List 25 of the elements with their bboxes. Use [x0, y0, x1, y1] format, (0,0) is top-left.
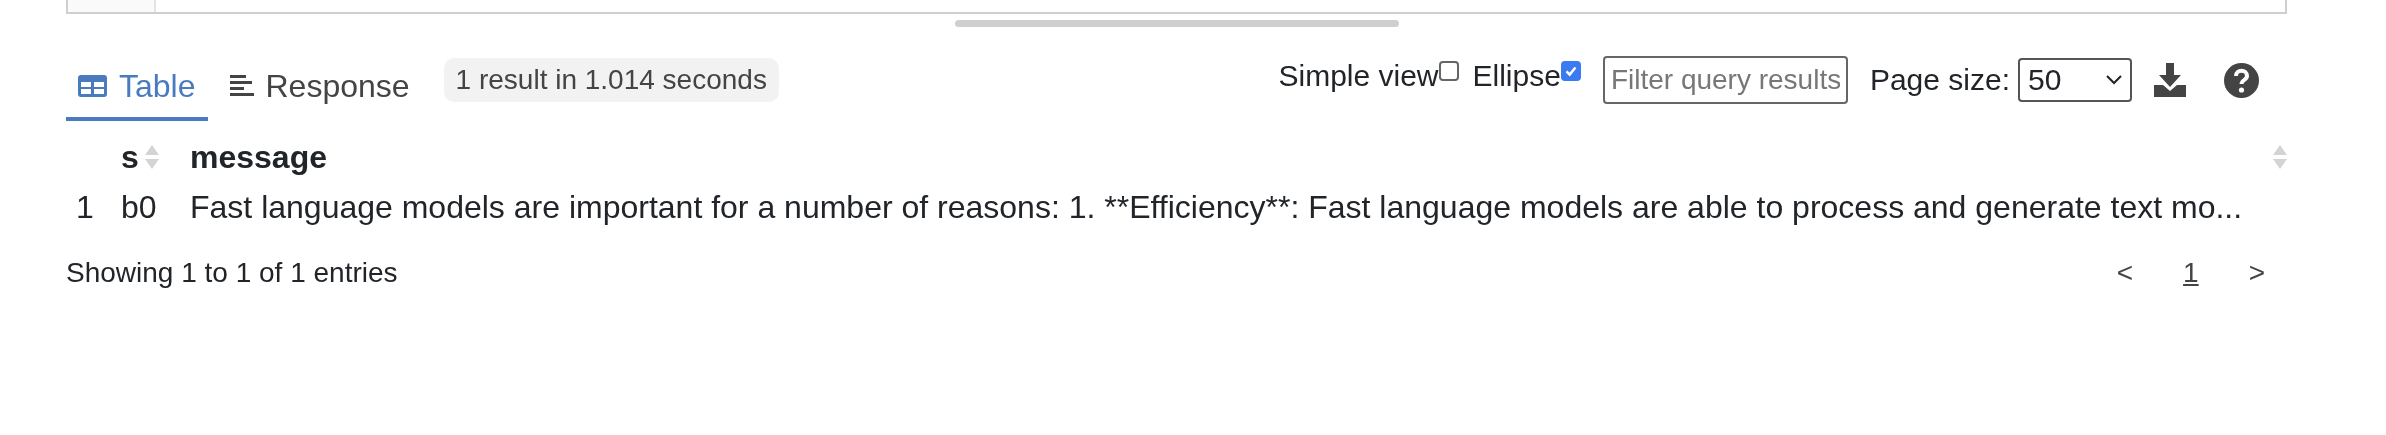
- page-button[interactable]: 1: [2171, 253, 2211, 293]
- resize-handle[interactable]: [955, 20, 1399, 27]
- checkbox[interactable]: [1438, 61, 1459, 81]
- entries-summary: Showing 1 to 1 of 1 entries: [66, 257, 398, 289]
- download-icon[interactable]: [2154, 63, 2186, 97]
- help-icon[interactable]: [2224, 62, 2259, 98]
- result-badge: 1 result in 1.014 seconds: [443, 58, 779, 102]
- filter-field[interactable]: Filter query results: [1602, 56, 1848, 104]
- page-size-select[interactable]: 50: [2018, 58, 2132, 102]
- checkbox[interactable]: [1560, 61, 1581, 81]
- table-icon: [78, 75, 107, 97]
- previous-page-button[interactable]: <: [2104, 253, 2146, 293]
- tab[interactable]: Response: [217, 55, 422, 121]
- next-page-button[interactable]: >: [2236, 253, 2277, 293]
- row-number: 1: [75, 188, 95, 226]
- column-header[interactable]: s: [121, 138, 139, 176]
- lines-icon: [229, 75, 254, 97]
- checkbox-option[interactable]: Simple view: [1278, 59, 1459, 93]
- table-cell-text: b0: [121, 188, 158, 226]
- table-cell: Fast language models are important for a number of reasons: 1. **Efficiency**: Fast language models are able to process and generate text mo...: [190, 188, 2243, 226]
- checkbox-option[interactable]: Ellipse: [1472, 59, 1581, 93]
- column-header[interactable]: message: [190, 138, 327, 176]
- tab[interactable]: Table: [66, 55, 208, 121]
- page-size-label: Page size:: [1869, 63, 2010, 97]
- chevron-icon: [2106, 75, 2122, 85]
